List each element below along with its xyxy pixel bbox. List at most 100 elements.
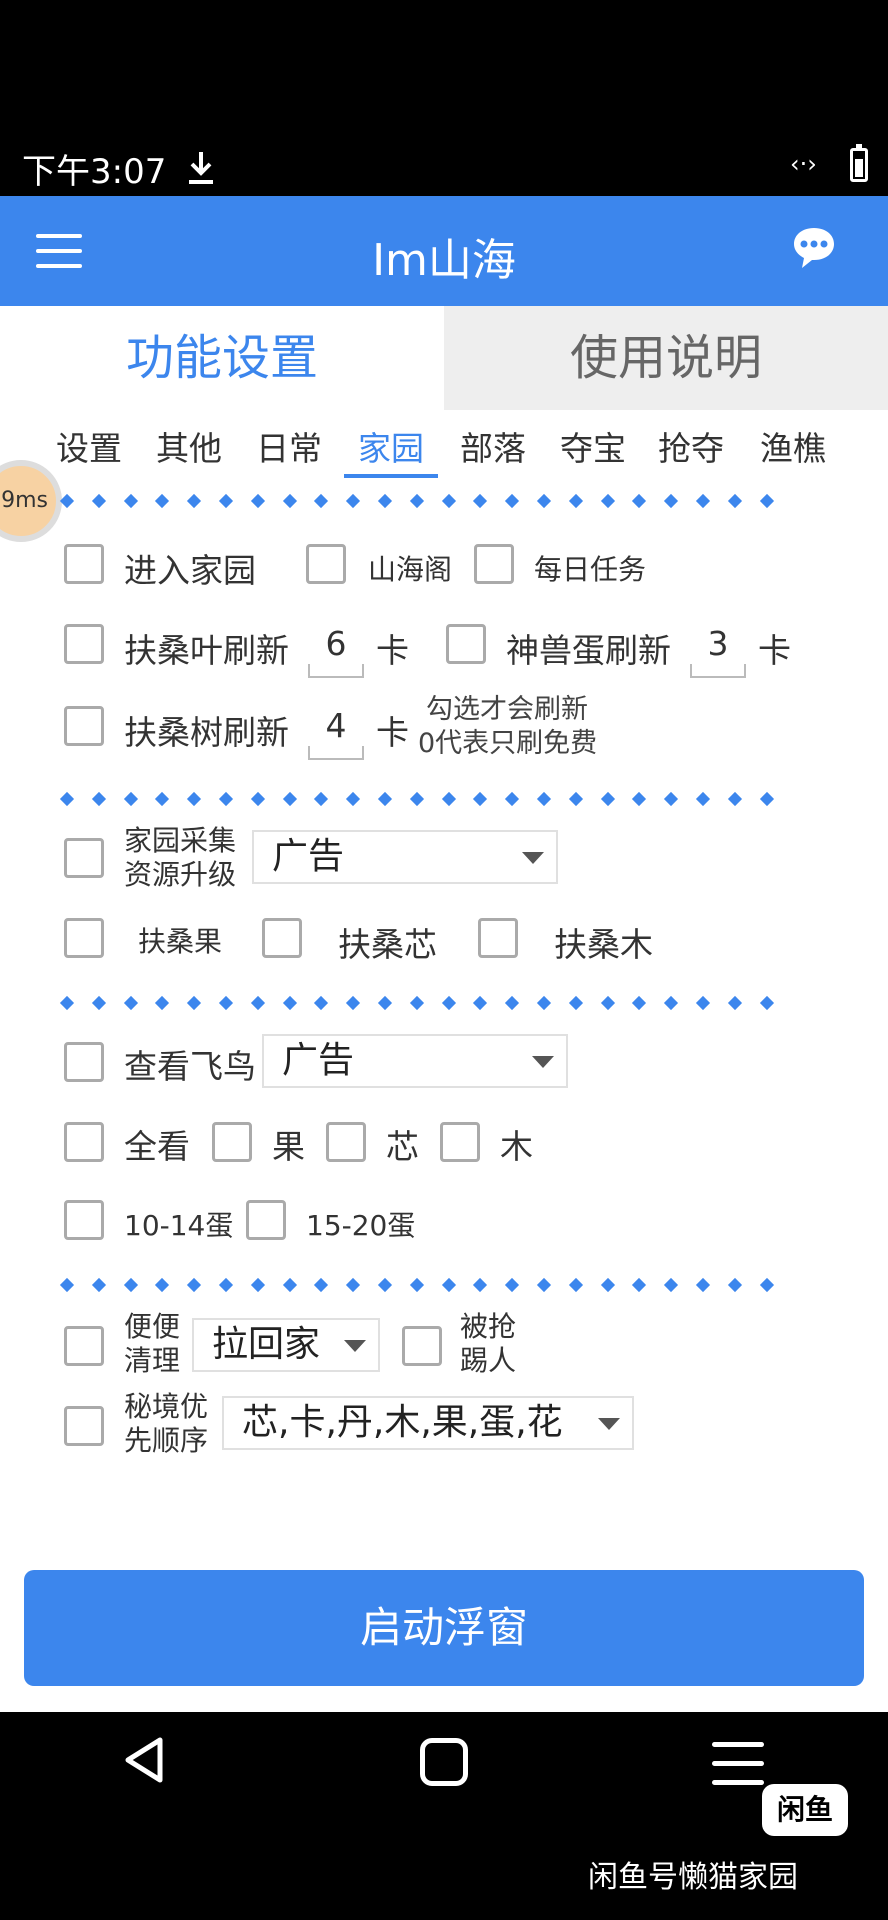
- home-icon[interactable]: [420, 1738, 468, 1786]
- download-icon: [189, 152, 213, 184]
- tab-function-settings[interactable]: 功能设置: [0, 306, 444, 410]
- divider-dot: [346, 1277, 361, 1293]
- latency-bubble[interactable]: 9ms: [0, 460, 62, 542]
- secret-priority-label-line1: 秘境优: [124, 1390, 209, 1423]
- fusang-tree-checkbox[interactable]: [64, 706, 104, 746]
- divider-dot: [155, 995, 170, 1011]
- kick-label-line1: 被抢: [460, 1310, 517, 1343]
- daily-task-checkbox[interactable]: [474, 544, 514, 584]
- home-collect-checkbox[interactable]: [64, 838, 104, 878]
- divider-dot: [441, 493, 456, 509]
- view-bird-select[interactable]: 广告: [262, 1034, 568, 1088]
- poop-clean-checkbox[interactable]: [64, 1326, 104, 1366]
- fusang-core-checkbox[interactable]: [262, 918, 302, 958]
- view-fruit-checkbox[interactable]: [212, 1122, 252, 1162]
- egg-range1-checkbox[interactable]: [64, 1200, 104, 1240]
- content-area: 功能设置 使用说明 设置 其他 日常 家园 部落 夺宝 抢夺 渔樵 9ms 进入…: [0, 306, 888, 1712]
- divider-dot: [314, 791, 329, 807]
- divider-dot: [91, 1277, 106, 1293]
- recents-icon[interactable]: [712, 1742, 764, 1786]
- fusang-wood-checkbox[interactable]: [478, 918, 518, 958]
- battery-icon: [850, 144, 868, 182]
- tree-count-underline: [308, 746, 364, 760]
- chat-icon[interactable]: [790, 224, 838, 272]
- divider-dot: [536, 791, 552, 807]
- home-collect-label-line2: 资源升级: [124, 858, 237, 891]
- divider: [59, 1277, 782, 1293]
- fusang-core-label: 扶桑芯: [338, 925, 437, 964]
- divider-dot: [282, 995, 297, 1011]
- subtab-home[interactable]: 家园: [358, 422, 424, 470]
- subtab-daily[interactable]: 日常: [256, 422, 322, 470]
- subtab-treasure[interactable]: 夺宝: [560, 422, 626, 470]
- divider-dot: [664, 493, 679, 509]
- divider-dot: [409, 1277, 424, 1293]
- divider-dot: [441, 791, 456, 807]
- poop-clean-label-line1: 便便: [124, 1310, 181, 1343]
- divider-dot: [250, 995, 265, 1011]
- subtab-tribe[interactable]: 部落: [460, 422, 526, 470]
- home-collect-label-line1: 家园采集: [124, 824, 237, 857]
- egg-count-input[interactable]: 3: [690, 624, 746, 663]
- leaf-count-input[interactable]: 6: [308, 624, 364, 663]
- kick-checkbox[interactable]: [402, 1326, 442, 1366]
- enter-home-checkbox[interactable]: [64, 544, 104, 584]
- fusang-leaf-checkbox[interactable]: [64, 624, 104, 664]
- divider-dot: [282, 791, 297, 807]
- divider-dot: [568, 1277, 583, 1293]
- egg-count-underline: [690, 664, 746, 678]
- divider-dot: [59, 493, 75, 509]
- poop-clean-select[interactable]: 拉回家: [192, 1318, 380, 1372]
- divider-dot: [568, 493, 583, 509]
- home-collect-select-value: 广告: [272, 836, 345, 877]
- divider-dot: [123, 791, 138, 807]
- divider-dot: [505, 493, 520, 509]
- divider-dot: [155, 791, 170, 807]
- refresh-note-line2: 0代表只刷免费: [418, 728, 598, 759]
- divider-dot: [759, 1277, 774, 1293]
- view-all-checkbox[interactable]: [64, 1122, 104, 1162]
- subtab-settings[interactable]: 设置: [56, 422, 122, 470]
- beast-egg-label: 神兽蛋刷新: [506, 631, 671, 670]
- start-floating-window-button[interactable]: 启动浮窗: [24, 1570, 864, 1686]
- divider-dot: [727, 1277, 742, 1293]
- view-wood-checkbox[interactable]: [440, 1122, 480, 1162]
- divider-dot: [759, 995, 774, 1011]
- subtab-other[interactable]: 其他: [156, 422, 222, 470]
- watermark-logo: 闲鱼: [762, 1784, 848, 1836]
- view-core-checkbox[interactable]: [326, 1122, 366, 1162]
- secret-priority-select[interactable]: 芯,卡,丹,木,果,蛋,花: [222, 1396, 634, 1450]
- divider-dot: [695, 791, 711, 807]
- divider-dot: [727, 791, 742, 807]
- divider-dot: [409, 493, 424, 509]
- subtab-plunder[interactable]: 抢夺: [658, 422, 724, 470]
- fusang-fruit-checkbox[interactable]: [64, 918, 104, 958]
- tab-instructions[interactable]: 使用说明: [444, 306, 888, 410]
- divider-dot: [218, 1277, 234, 1293]
- egg-range2-checkbox[interactable]: [246, 1200, 286, 1240]
- secret-priority-select-value: 芯,卡,丹,木,果,蛋,花: [242, 1402, 563, 1443]
- divider-dot: [187, 493, 202, 509]
- divider-dot: [664, 791, 679, 807]
- divider-dot: [505, 791, 520, 807]
- divider-dot: [727, 493, 742, 509]
- secret-priority-checkbox[interactable]: [64, 1406, 104, 1446]
- leaf-unit: 卡: [376, 631, 409, 670]
- divider-dot: [632, 995, 647, 1011]
- shanhai-pavilion-checkbox[interactable]: [306, 544, 346, 584]
- divider-dot: [600, 791, 615, 807]
- view-bird-label: 查看飞鸟: [124, 1047, 256, 1086]
- beast-egg-checkbox[interactable]: [446, 624, 486, 664]
- divider-dot: [536, 493, 552, 509]
- view-bird-checkbox[interactable]: [64, 1042, 104, 1082]
- divider: [59, 493, 782, 509]
- navigation-bar: 闲鱼 闲鱼号懒猫家园: [0, 1712, 888, 1920]
- sub-tabs: 设置 其他 日常 家园 部落 夺宝 抢夺 渔樵: [56, 422, 856, 478]
- tree-count-input[interactable]: 4: [308, 706, 364, 745]
- divider-dot: [123, 493, 138, 509]
- home-collect-select[interactable]: 广告: [252, 830, 558, 884]
- subtab-fishing[interactable]: 渔樵: [760, 422, 826, 470]
- divider-dot: [600, 493, 615, 509]
- refresh-note-line1: 勾选才会刷新: [426, 694, 588, 725]
- back-icon[interactable]: [120, 1734, 168, 1786]
